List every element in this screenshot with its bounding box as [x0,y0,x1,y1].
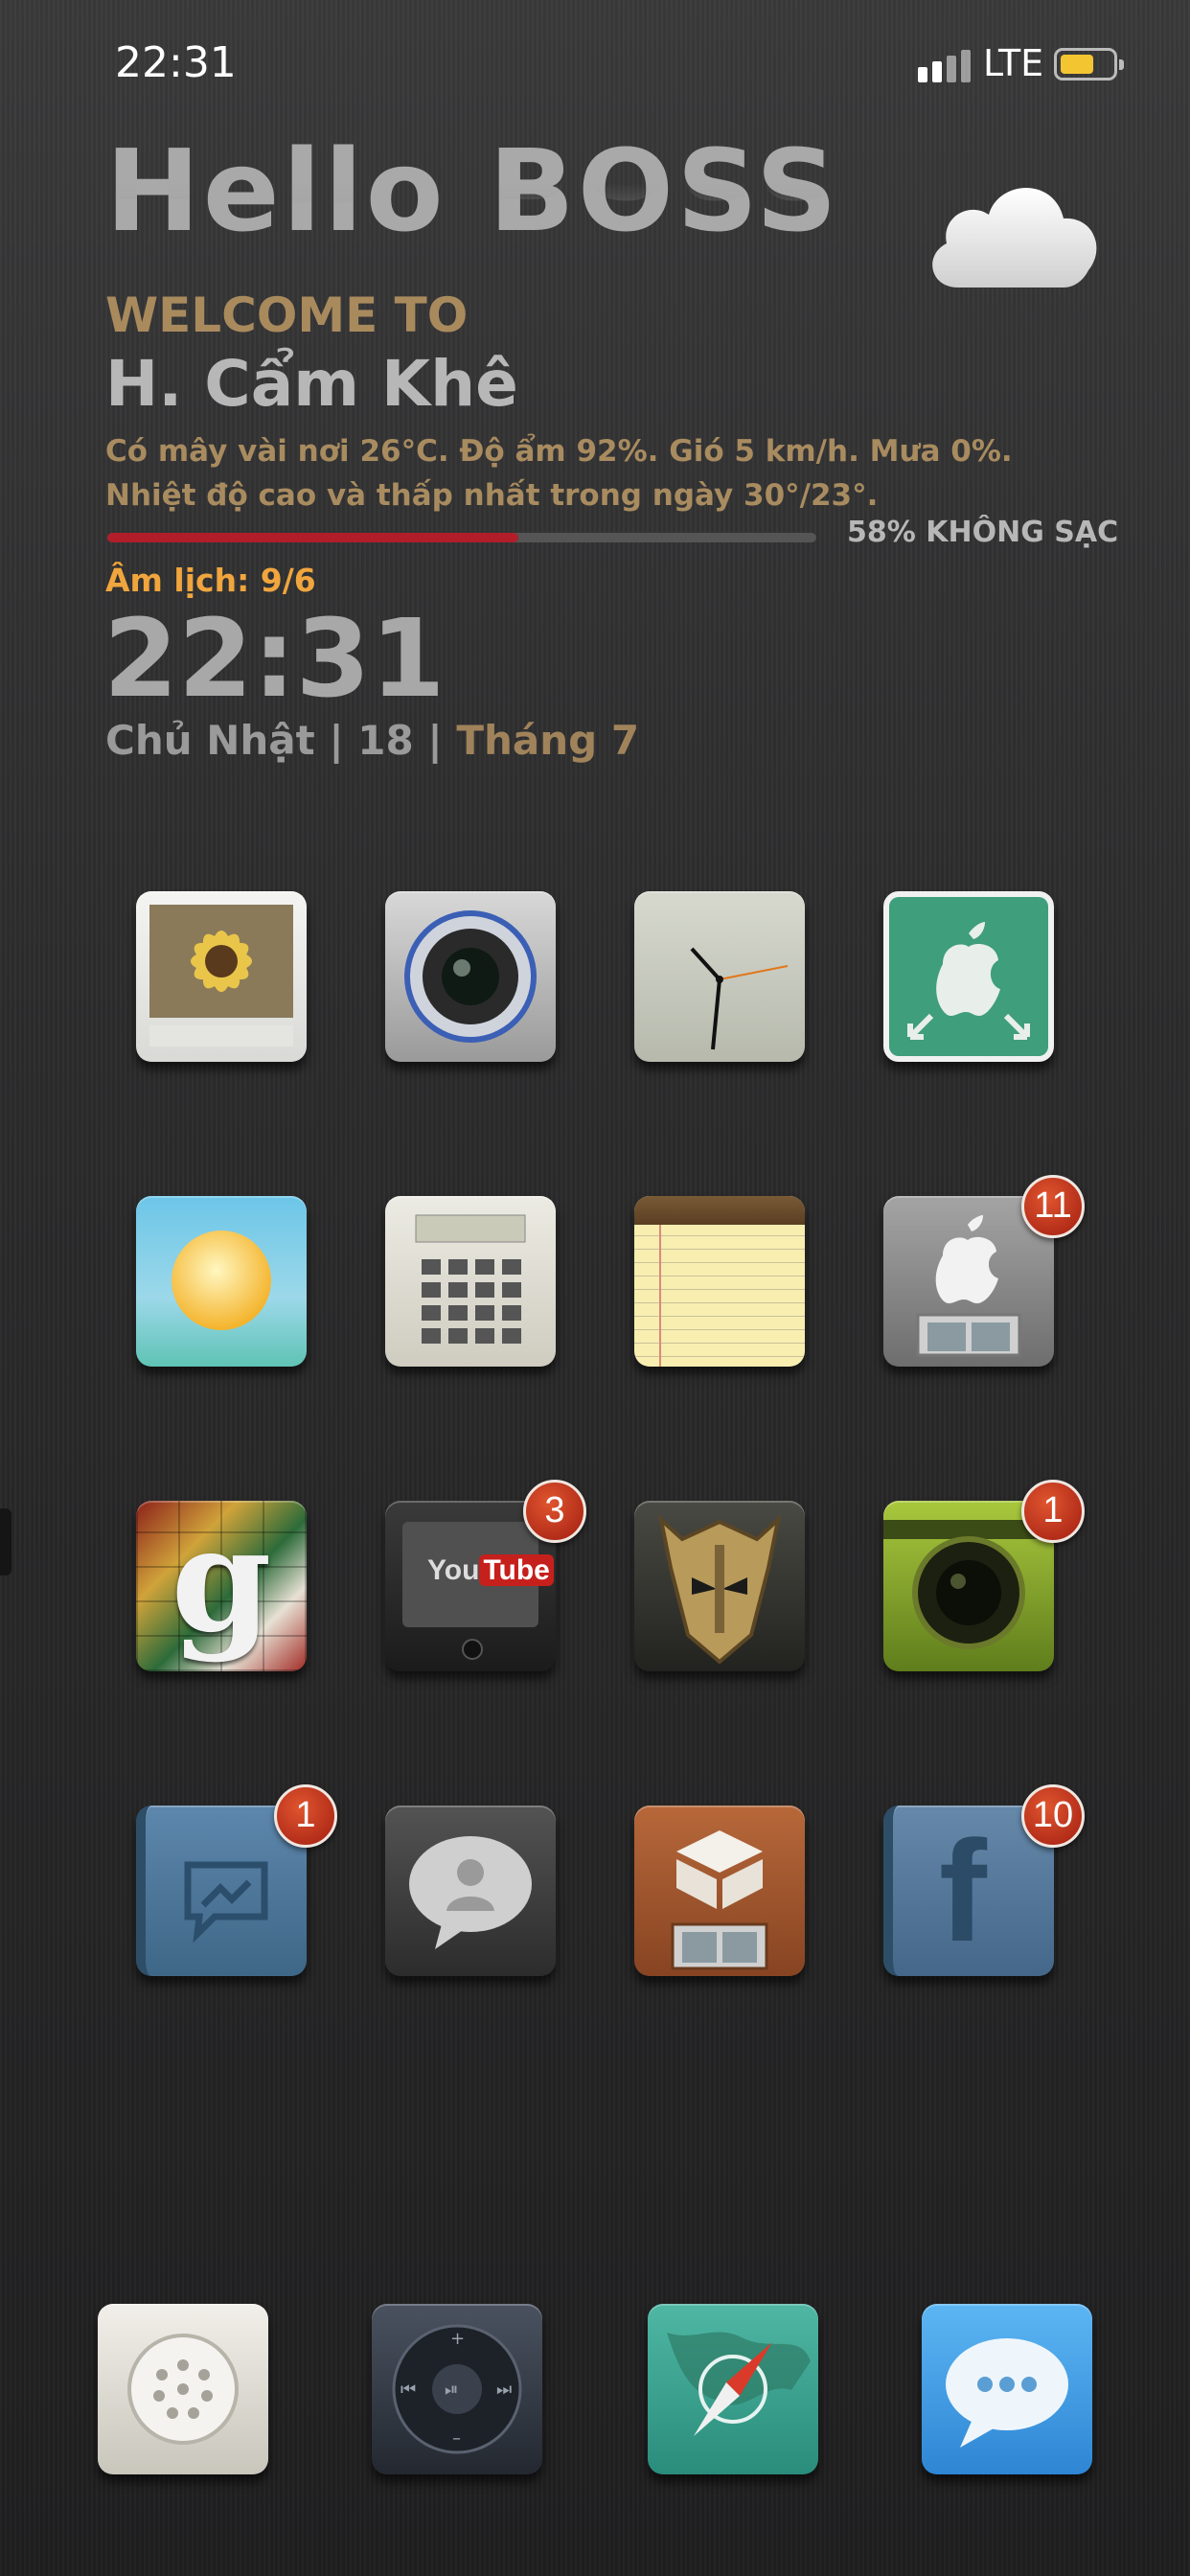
welcome-label: WELCOME TO [105,288,469,343]
notification-badge: 1 [274,1784,337,1848]
svg-text:–: – [452,2428,461,2449]
battery-status-text: 58% KHÔNG SẠC [847,516,1119,549]
weather-icon[interactable] [136,1196,307,1367]
notification-badge: 11 [1021,1175,1085,1238]
status-bar-time: 22:31 [115,38,237,87]
day-text: Chủ Nhật | 18 | [105,717,457,764]
phone-icon[interactable] [98,2304,268,2474]
notification-badge: 3 [523,1480,586,1543]
camera-icon[interactable] [385,891,556,1062]
photos-icon[interactable] [136,891,307,1062]
safari-icon[interactable] [648,2304,818,2474]
month-text: Tháng 7 [456,717,640,764]
svg-text:⏭: ⏭ [496,2380,512,2400]
side-handle[interactable] [0,1508,11,1576]
lunar-date: Âm lịch: 9/6 [105,562,316,599]
clock-icon[interactable] [634,891,805,1062]
battery-icon [1054,48,1124,80]
widget-clock: 22:31 [103,597,446,722]
contacts-icon[interactable] [385,1806,556,1976]
svg-text:+: + [450,2329,465,2349]
battery-progress-bar [107,533,816,542]
notes-icon[interactable] [634,1196,805,1367]
signal-strength-icon [918,50,972,82]
greeting-reflection: Hello BOSS [105,146,840,213]
messages-icon[interactable] [922,2304,1092,2474]
network-type: LTE [983,42,1044,84]
app-store-icon[interactable] [883,891,1054,1062]
cloud-icon [932,188,1097,288]
youtube-you-label: You [427,1554,480,1586]
cydia-icon[interactable] [634,1806,805,1976]
youtube-tube-label: Tube [479,1554,554,1586]
notification-badge: 1 [1021,1480,1085,1543]
date-line: Chủ Nhật | 18 | Tháng 7 [105,717,639,764]
svg-text:⏯: ⏯ [445,2380,458,2400]
svg-text:⏮: ⏮ [400,2380,416,2400]
battery-progress-fill [107,533,519,542]
game-helmet-icon[interactable] [634,1501,805,1671]
weather-description: Có mây vài nơi 26°C. Độ ẩm 92%. Gió 5 km… [105,434,1013,513]
location-name: H. Cẩm Khê [105,347,518,421]
calculator-icon[interactable] [385,1196,556,1367]
music-icon[interactable]: + – ⏮ ⏭ ⏯ [372,2304,542,2474]
google-icon[interactable]: g [136,1501,307,1671]
notification-badge: 10 [1021,1784,1085,1848]
